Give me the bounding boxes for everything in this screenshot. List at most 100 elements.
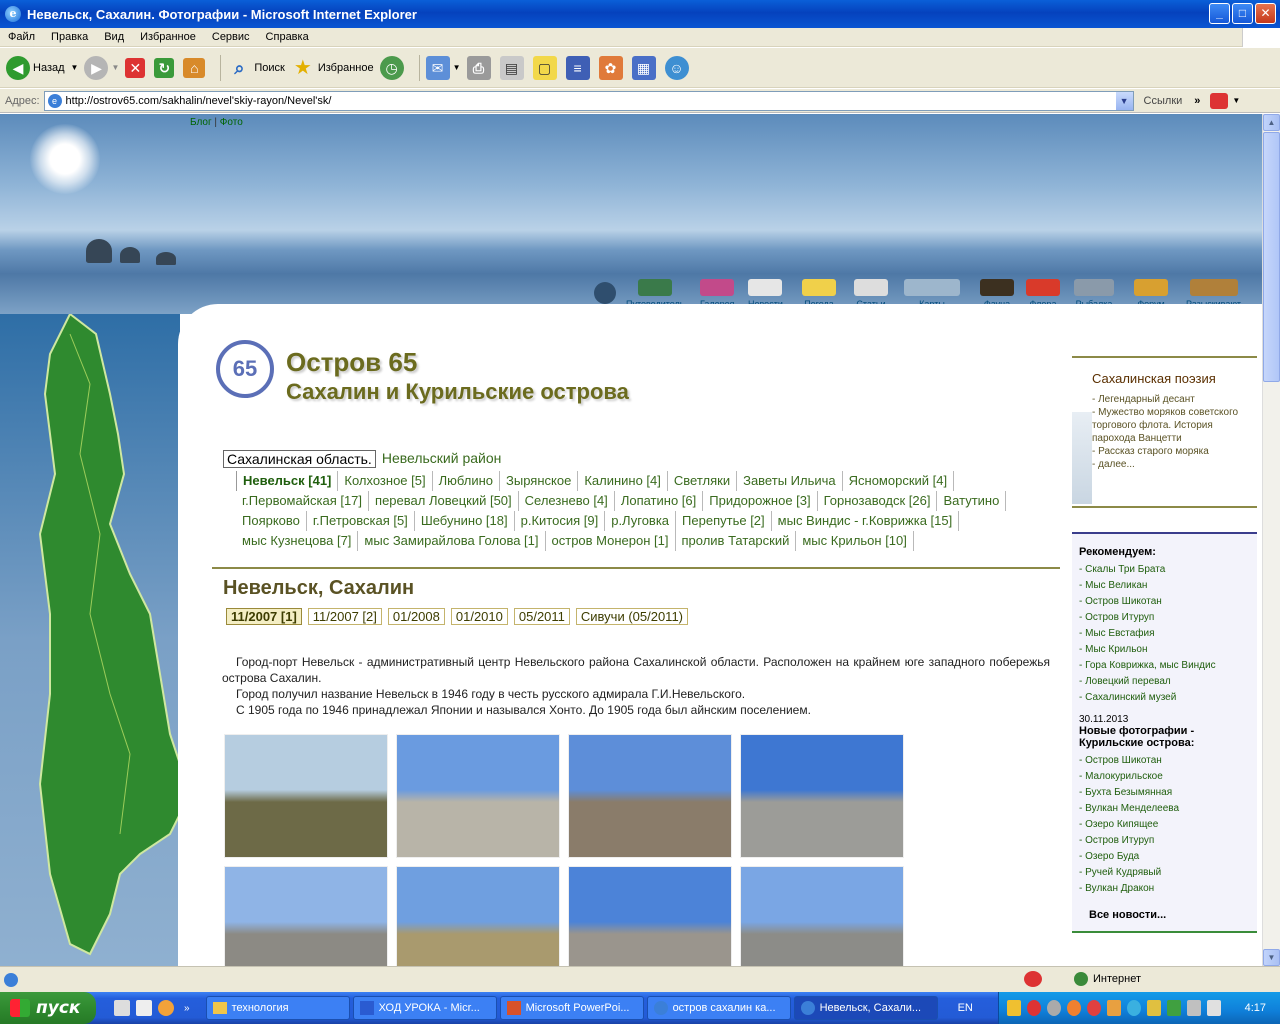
quicklaunch-icon[interactable] — [136, 1000, 152, 1016]
all-news-link[interactable]: Все новости... — [1089, 909, 1249, 921]
site-logo[interactable]: 65 — [216, 340, 276, 400]
menu-tools[interactable]: Сервис — [204, 31, 258, 43]
photo-thumbnail[interactable] — [568, 866, 732, 966]
menu-edit[interactable]: Правка — [43, 31, 96, 43]
breadcrumb-district[interactable]: Невельский район — [382, 450, 502, 468]
news-link[interactable]: - Остров Итуруп — [1079, 833, 1249, 849]
users-button[interactable]: ☺ — [664, 55, 692, 80]
place-link[interactable]: Придорожное [3] — [703, 491, 818, 511]
date-tab[interactable]: 01/2008 — [387, 608, 445, 625]
news-link[interactable]: - Вулкан Менделеева — [1079, 801, 1249, 817]
recommend-link[interactable]: - Мыс Крильон — [1079, 642, 1249, 658]
place-link[interactable]: мыс Виндис - г.Коврижка [15] — [772, 511, 960, 531]
history-button[interactable]: ◷ — [379, 55, 407, 80]
date-tab[interactable]: 01/2010 — [450, 608, 508, 625]
recommend-link[interactable]: - Ловецкий перевал — [1079, 674, 1249, 690]
place-link[interactable]: Перепутье [2] — [676, 511, 772, 531]
place-link[interactable]: остров Монерон [1] — [546, 531, 676, 551]
minimize-button[interactable]: _ — [1209, 3, 1230, 24]
home-button[interactable]: ⌂ — [183, 57, 208, 78]
task-button-active[interactable]: Невельск, Сахали... — [793, 996, 938, 1020]
quicklaunch-icon[interactable] — [114, 1000, 130, 1016]
place-link[interactable]: Зырянское — [500, 471, 579, 491]
recommend-link[interactable]: - Мыс Евстафия — [1079, 626, 1249, 642]
news-link[interactable]: - Бухта Безымянная — [1079, 785, 1249, 801]
vertical-scrollbar[interactable]: ▲ ▼ — [1262, 114, 1280, 966]
place-link[interactable]: г.Петровская [5] — [307, 511, 415, 531]
place-link[interactable]: р.Китосия [9] — [515, 511, 606, 531]
extra-dropdown-icon[interactable]: ▼ — [1232, 96, 1240, 105]
news-link[interactable]: - Вулкан Дракон — [1079, 881, 1249, 897]
close-button[interactable]: ✕ — [1255, 3, 1276, 24]
recommend-link[interactable]: - Мыс Великан — [1079, 578, 1249, 594]
recommend-link[interactable]: - Скалы Три Брата — [1079, 562, 1249, 578]
address-input[interactable]: e http://ostrov65.com/sakhalin/nevel'ski… — [43, 90, 1134, 111]
place-link[interactable]: мыс Замирайлова Голова [1] — [358, 531, 546, 551]
blog-link[interactable]: Блог — [190, 117, 212, 128]
task-button[interactable]: ХОД УРОКА - Micr... — [352, 996, 497, 1020]
place-link[interactable]: мыс Кузнецова [7] — [236, 531, 359, 551]
place-link[interactable]: Калинино [4] — [578, 471, 668, 491]
start-button[interactable]: пуск — [0, 992, 96, 1024]
tray-app-icon[interactable] — [1067, 1000, 1081, 1016]
poetry-link[interactable]: - Мужество моряков советского торгового … — [1092, 406, 1251, 445]
photo-thumbnail[interactable] — [568, 734, 732, 858]
poetry-link[interactable]: - далее... — [1092, 458, 1251, 471]
date-tab[interactable]: 11/2007 [2] — [307, 608, 382, 625]
refresh-button[interactable]: ↻ — [154, 57, 177, 78]
news-link[interactable]: - Остров Шикотан — [1079, 753, 1249, 769]
photo-thumbnail[interactable] — [740, 734, 904, 858]
place-link[interactable]: Поярково — [236, 511, 307, 531]
tray-app-icon[interactable] — [1047, 1000, 1061, 1016]
task-button[interactable]: остров сахалин ка... — [646, 996, 791, 1020]
favorites-button[interactable]: ★ Избранное — [291, 56, 374, 80]
print-button[interactable]: ⎙ — [466, 55, 494, 80]
tool-button[interactable]: ▦ — [631, 55, 659, 80]
language-indicator[interactable]: EN — [958, 1002, 973, 1014]
menu-view[interactable]: Вид — [96, 31, 132, 43]
news-link[interactable]: - Ручей Кудрявый — [1079, 865, 1249, 881]
edit-button[interactable]: ▤ — [499, 55, 527, 80]
quicklaunch-icon[interactable] — [158, 1000, 174, 1016]
menu-help[interactable]: Справка — [258, 31, 317, 43]
place-link[interactable]: Невельск [41] — [236, 471, 339, 491]
photo-thumbnail[interactable] — [224, 734, 388, 858]
address-dropdown-icon[interactable]: ▼ — [1115, 91, 1133, 110]
place-link[interactable]: г.Первомайская [17] — [236, 491, 370, 511]
place-link[interactable]: р.Луговка — [605, 511, 677, 531]
photo-thumbnail[interactable] — [740, 866, 904, 966]
place-link[interactable]: мыс Крильон [10] — [796, 531, 914, 551]
menu-favorites[interactable]: Избранное — [132, 31, 204, 43]
date-tab[interactable]: 05/2011 — [513, 608, 570, 625]
tray-app-icon[interactable] — [1087, 1000, 1101, 1016]
recommend-link[interactable]: - Остров Шикотан — [1079, 594, 1249, 610]
volume-icon[interactable] — [1207, 1000, 1221, 1016]
place-link[interactable]: Ватутино — [937, 491, 1007, 511]
poetry-link[interactable]: - Легендарный десант — [1092, 393, 1251, 406]
recommend-link[interactable]: - Остров Итуруп — [1079, 610, 1249, 626]
scroll-thumb[interactable] — [1263, 132, 1280, 382]
network-icon[interactable] — [1187, 1000, 1201, 1016]
menu-file[interactable]: Файл — [0, 31, 43, 43]
forward-dropdown-icon[interactable]: ▼ — [111, 63, 119, 72]
maximize-button[interactable]: □ — [1232, 3, 1253, 24]
place-link[interactable]: Горнозаводск [26] — [818, 491, 938, 511]
scroll-up-button[interactable]: ▲ — [1263, 114, 1280, 131]
place-link[interactable]: Заветы Ильича — [737, 471, 843, 491]
place-link[interactable]: Селезнево [4] — [519, 491, 615, 511]
links-chevron-icon[interactable]: » — [1194, 95, 1200, 107]
place-link[interactable]: Люблино — [433, 471, 501, 491]
place-link[interactable]: Шебунино [18] — [415, 511, 515, 531]
tray-app-icon[interactable] — [1147, 1000, 1161, 1016]
tray-app-icon[interactable] — [1027, 1000, 1041, 1016]
place-link[interactable]: Колхозное [5] — [338, 471, 433, 491]
shield-icon[interactable] — [1007, 1000, 1021, 1016]
date-tab[interactable]: 11/2007 [1] — [226, 608, 302, 625]
popup-blocker-icon[interactable] — [1024, 971, 1042, 987]
notes-button[interactable]: ▢ — [532, 55, 560, 80]
search-button[interactable]: ⌕ Поиск — [227, 56, 285, 80]
toolbar-extra-icon[interactable] — [1210, 92, 1229, 109]
place-link[interactable]: Лопатино [6] — [615, 491, 704, 511]
photo-link[interactable]: Фото — [220, 117, 243, 128]
place-link[interactable]: перевал Ловецкий [50] — [369, 491, 519, 511]
